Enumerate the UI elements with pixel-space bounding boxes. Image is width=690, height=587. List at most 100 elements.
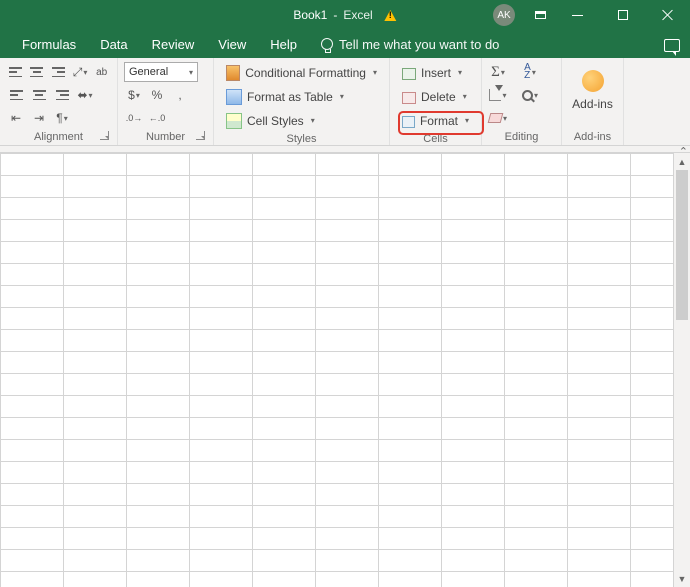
cell-styles-button[interactable]: Cell Styles▾ (220, 110, 383, 131)
cell[interactable] (568, 528, 631, 550)
tab-view[interactable]: View (206, 30, 258, 58)
cell[interactable] (316, 154, 379, 176)
cell[interactable] (316, 440, 379, 462)
cell[interactable] (505, 264, 568, 286)
cell[interactable] (190, 220, 253, 242)
cell[interactable] (442, 418, 505, 440)
cell[interactable] (505, 528, 568, 550)
cell[interactable] (505, 440, 568, 462)
cell[interactable] (64, 198, 127, 220)
cell[interactable] (568, 440, 631, 462)
decrease-indent-button[interactable]: ⇤ (6, 108, 26, 128)
cell[interactable] (64, 506, 127, 528)
tell-me-search[interactable]: Tell me what you want to do (309, 30, 511, 58)
minimize-button[interactable] (555, 0, 600, 30)
cell[interactable] (253, 374, 316, 396)
cell[interactable] (316, 242, 379, 264)
cell[interactable] (379, 330, 442, 352)
cell[interactable] (379, 418, 442, 440)
cell[interactable] (505, 418, 568, 440)
cell[interactable] (253, 352, 316, 374)
cell[interactable] (190, 550, 253, 572)
format-cells-button[interactable]: Format▾ (396, 110, 475, 131)
cell[interactable] (127, 286, 190, 308)
cell[interactable] (442, 484, 505, 506)
accounting-format-button[interactable]: $▾ (124, 85, 144, 105)
cell[interactable] (1, 484, 64, 506)
cell[interactable] (64, 308, 127, 330)
close-button[interactable] (645, 0, 690, 30)
cell[interactable] (568, 506, 631, 528)
cell[interactable] (253, 220, 316, 242)
cell[interactable] (127, 440, 190, 462)
find-select-button[interactable]: ▾ (520, 85, 540, 105)
cell[interactable] (505, 374, 568, 396)
percent-format-button[interactable]: % (147, 85, 167, 105)
cell[interactable] (1, 528, 64, 550)
cell[interactable] (442, 528, 505, 550)
cell[interactable] (253, 154, 316, 176)
cell[interactable] (568, 220, 631, 242)
align-left-button[interactable] (6, 85, 26, 105)
cell[interactable] (190, 528, 253, 550)
cell[interactable] (379, 484, 442, 506)
cells-table[interactable] (0, 153, 690, 587)
cell[interactable] (64, 154, 127, 176)
cell[interactable] (1, 264, 64, 286)
align-middle-button[interactable] (28, 62, 47, 82)
cell[interactable] (1, 418, 64, 440)
align-top-button[interactable] (6, 62, 25, 82)
cell[interactable] (379, 220, 442, 242)
cell[interactable] (505, 506, 568, 528)
cell[interactable] (316, 484, 379, 506)
wrap-text-button[interactable]: ab (92, 62, 111, 82)
sort-filter-button[interactable]: AZ▾ (520, 62, 540, 82)
cell[interactable] (442, 572, 505, 587)
insert-cells-button[interactable]: Insert▾ (396, 62, 475, 83)
cell[interactable] (253, 528, 316, 550)
comma-format-button[interactable]: , (170, 85, 190, 105)
cell[interactable] (64, 176, 127, 198)
cell[interactable] (442, 308, 505, 330)
cell[interactable] (505, 286, 568, 308)
merge-button[interactable]: ⬌▾ (75, 85, 95, 105)
cell[interactable] (505, 308, 568, 330)
cell[interactable] (379, 506, 442, 528)
cell[interactable] (316, 528, 379, 550)
cell[interactable] (127, 154, 190, 176)
cell[interactable] (127, 572, 190, 587)
cell[interactable] (1, 176, 64, 198)
delete-cells-button[interactable]: Delete▾ (396, 86, 475, 107)
cell[interactable] (64, 418, 127, 440)
cell[interactable] (127, 506, 190, 528)
cell[interactable] (316, 418, 379, 440)
cell[interactable] (253, 418, 316, 440)
cell[interactable] (442, 286, 505, 308)
cell[interactable] (1, 352, 64, 374)
cell[interactable] (568, 330, 631, 352)
tab-data[interactable]: Data (88, 30, 139, 58)
cell[interactable] (190, 484, 253, 506)
cell[interactable] (1, 154, 64, 176)
maximize-button[interactable] (600, 0, 645, 30)
cell[interactable] (568, 352, 631, 374)
cell[interactable] (190, 374, 253, 396)
align-center-button[interactable] (29, 85, 49, 105)
cell[interactable] (568, 374, 631, 396)
cell[interactable] (316, 176, 379, 198)
cell[interactable] (1, 440, 64, 462)
cell[interactable] (316, 308, 379, 330)
cell[interactable] (127, 176, 190, 198)
cell[interactable] (568, 550, 631, 572)
cell[interactable] (379, 198, 442, 220)
scroll-down-button[interactable]: ▼ (674, 570, 690, 587)
addins-button[interactable]: Add-ins (572, 97, 613, 111)
cell[interactable] (505, 550, 568, 572)
orientation-button[interactable]: ⤢▾ (71, 62, 90, 82)
cell[interactable] (316, 462, 379, 484)
clear-button[interactable]: ▾ (488, 108, 508, 128)
fill-button[interactable]: ▾ (488, 85, 508, 105)
tab-help[interactable]: Help (258, 30, 309, 58)
cell[interactable] (442, 550, 505, 572)
cell[interactable] (379, 264, 442, 286)
